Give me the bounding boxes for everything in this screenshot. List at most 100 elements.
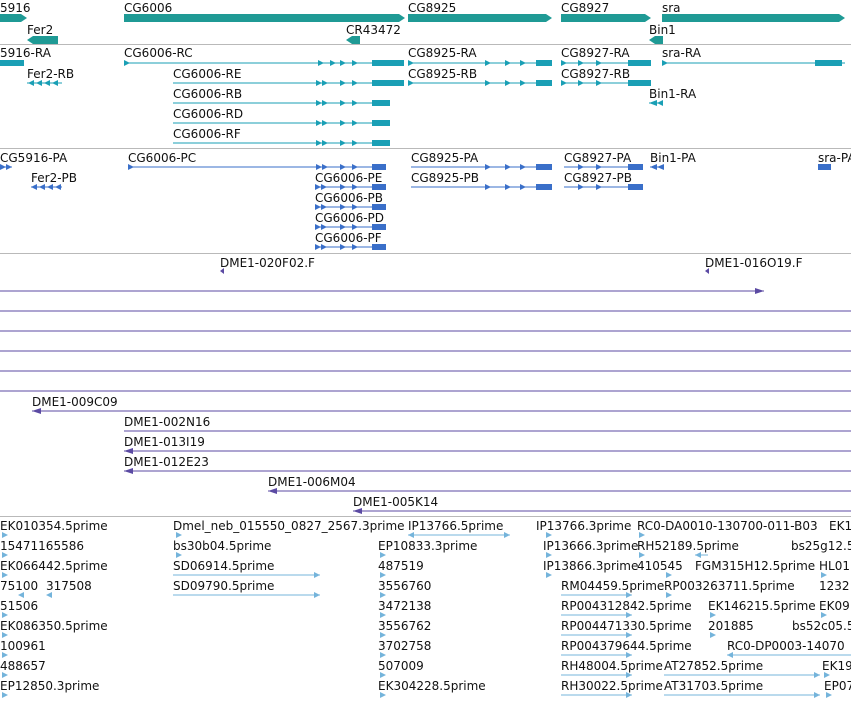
clone-label[interactable]: DME1-005K14 <box>353 495 438 509</box>
protein-feature-exon[interactable] <box>520 164 526 170</box>
protein-feature-exon[interactable] <box>536 164 552 170</box>
est-label[interactable]: 3472138 <box>378 599 431 613</box>
est-label[interactable]: RH48004.5prime <box>561 659 663 673</box>
transcript-feature-exon[interactable] <box>352 140 358 146</box>
est-label[interactable]: 100961 <box>0 639 46 653</box>
gene-feature[interactable] <box>649 36 663 44</box>
transcript-label[interactable]: CG6006-RE <box>173 67 241 81</box>
clone-feature-end[interactable] <box>755 288 764 294</box>
est-label[interactable]: bs25g12.5 <box>791 539 851 553</box>
est-label[interactable]: EP12850.3prime <box>0 679 99 693</box>
transcript-feature-exon[interactable] <box>520 60 526 66</box>
est-label[interactable]: EK09 <box>819 599 850 613</box>
est-label[interactable]: 3556762 <box>378 619 431 633</box>
transcript-label[interactable]: CG6006-RF <box>173 127 241 141</box>
est-label[interactable]: 201885 <box>708 619 754 633</box>
transcript-feature-exon[interactable] <box>536 60 552 66</box>
transcript-feature-exon[interactable] <box>316 80 322 86</box>
est-label[interactable]: 488657 <box>0 659 46 673</box>
est-label[interactable]: 410545 <box>637 559 683 573</box>
protein-label[interactable]: Bin1-PA <box>650 151 696 165</box>
transcript-feature-exon[interactable] <box>322 140 328 146</box>
transcript-feature-exon[interactable] <box>578 60 584 66</box>
protein-label[interactable]: CG8927-PA <box>564 151 631 165</box>
est-feature-end[interactable] <box>814 692 820 698</box>
transcript-label[interactable]: CG8925-RA <box>408 46 477 60</box>
est-feature-end[interactable] <box>314 592 320 598</box>
transcript-feature-exon[interactable] <box>372 100 390 106</box>
est-label[interactable]: EK1 <box>829 519 851 533</box>
est-label[interactable]: IP13766.5prime <box>408 519 503 533</box>
gene-label[interactable]: Bin1 <box>649 23 676 37</box>
est-label[interactable]: EK19 <box>822 659 851 673</box>
protein-label[interactable]: CG8925-PB <box>411 171 479 185</box>
protein-feature-exon[interactable] <box>485 164 491 170</box>
transcript-feature-exon[interactable] <box>322 120 328 126</box>
transcript-feature-exon[interactable] <box>485 80 491 86</box>
est-label[interactable]: bs30b04.5prime <box>173 539 271 553</box>
est-label[interactable]: EK010354.5prime <box>0 519 108 533</box>
est-label[interactable]: 507009 <box>378 659 424 673</box>
est-feature-end[interactable] <box>814 672 820 678</box>
transcript-label[interactable]: Fer2-RB <box>27 67 74 81</box>
transcript-feature-exon[interactable] <box>372 120 390 126</box>
transcript-label[interactable]: CG6006-RC <box>124 46 193 60</box>
est-label[interactable]: RC0-DA0010-130700-011-B03 <box>637 519 818 533</box>
est-label[interactable]: FGM315H12.5prime <box>695 559 815 573</box>
transcript-feature-exon[interactable] <box>340 120 346 126</box>
est-label[interactable]: IP13666.3prime <box>543 539 638 553</box>
protein-label[interactable]: CG5916-PA <box>0 151 67 165</box>
est-label[interactable]: bs52c05.5 <box>792 619 851 633</box>
transcript-feature-exon[interactable] <box>372 60 404 66</box>
protein-feature-exon[interactable] <box>340 164 346 170</box>
est-label[interactable]: IP13866.3prime <box>543 559 638 573</box>
transcript-feature-exon[interactable] <box>340 60 346 66</box>
est-label[interactable]: RC0-DP0003-14070 <box>727 639 845 653</box>
est-label[interactable]: 1232 <box>819 579 850 593</box>
est-label[interactable]: SD06914.5prime <box>173 559 274 573</box>
est-label[interactable]: RM04459.5prime <box>561 579 664 593</box>
transcript-feature-exon[interactable] <box>596 60 602 66</box>
gene-feature[interactable] <box>27 36 58 44</box>
clone-label[interactable]: DME1-016O19.F <box>705 256 802 270</box>
clone-label[interactable]: DME1-009C09 <box>32 395 118 409</box>
est-label[interactable]: 3556760 <box>378 579 431 593</box>
transcript-feature-exon[interactable] <box>505 80 511 86</box>
protein-feature-exon[interactable] <box>505 164 511 170</box>
protein-label[interactable]: CG6006-PC <box>128 151 196 165</box>
transcript-feature-exon[interactable] <box>628 60 651 66</box>
gene-label[interactable]: CG8927 <box>561 1 609 15</box>
transcript-feature-exon[interactable] <box>330 60 336 66</box>
transcript-feature-exon[interactable] <box>815 60 842 66</box>
est-feature-end[interactable] <box>314 572 320 578</box>
est-label[interactable]: RP004379644.5prime <box>561 639 692 653</box>
est-label[interactable]: IP13766.3prime <box>536 519 631 533</box>
gene-feature[interactable] <box>0 14 27 22</box>
est-label[interactable]: 75100 <box>0 579 38 593</box>
protein-label[interactable]: CG6006-PF <box>315 231 382 245</box>
protein-label[interactable]: CG6006-PD <box>315 211 384 225</box>
clone-label[interactable]: DME1-013I19 <box>124 435 205 449</box>
gene-label[interactable]: sra <box>662 1 681 15</box>
transcript-label[interactable]: sra-RA <box>662 46 701 60</box>
est-label[interactable]: EK304228.5prime <box>378 679 486 693</box>
gene-label[interactable]: CR43472 <box>346 23 401 37</box>
est-label[interactable]: RP004471330.5prime <box>561 619 692 633</box>
transcript-feature-exon[interactable] <box>340 100 346 106</box>
est-label[interactable]: EP07 <box>824 679 851 693</box>
protein-label[interactable]: CG6006-PB <box>315 191 383 205</box>
gene-feature[interactable] <box>124 14 405 22</box>
transcript-feature-exon[interactable] <box>662 60 668 66</box>
transcript-label[interactable]: Bin1-RA <box>649 87 696 101</box>
protein-feature-exon[interactable] <box>372 164 386 170</box>
est-feature-end[interactable] <box>504 532 510 538</box>
transcript-feature-exon[interactable] <box>0 60 24 66</box>
transcript-feature-exon[interactable] <box>318 60 324 66</box>
est-label[interactable]: EP10833.3prime <box>378 539 477 553</box>
transcript-feature-exon[interactable] <box>316 100 322 106</box>
transcript-feature-exon[interactable] <box>372 140 390 146</box>
protein-label[interactable]: CG6006-PE <box>315 171 382 185</box>
transcript-label[interactable]: 5916-RA <box>0 46 51 60</box>
transcript-feature-exon[interactable] <box>352 120 358 126</box>
est-label[interactable]: 51506 <box>0 599 38 613</box>
